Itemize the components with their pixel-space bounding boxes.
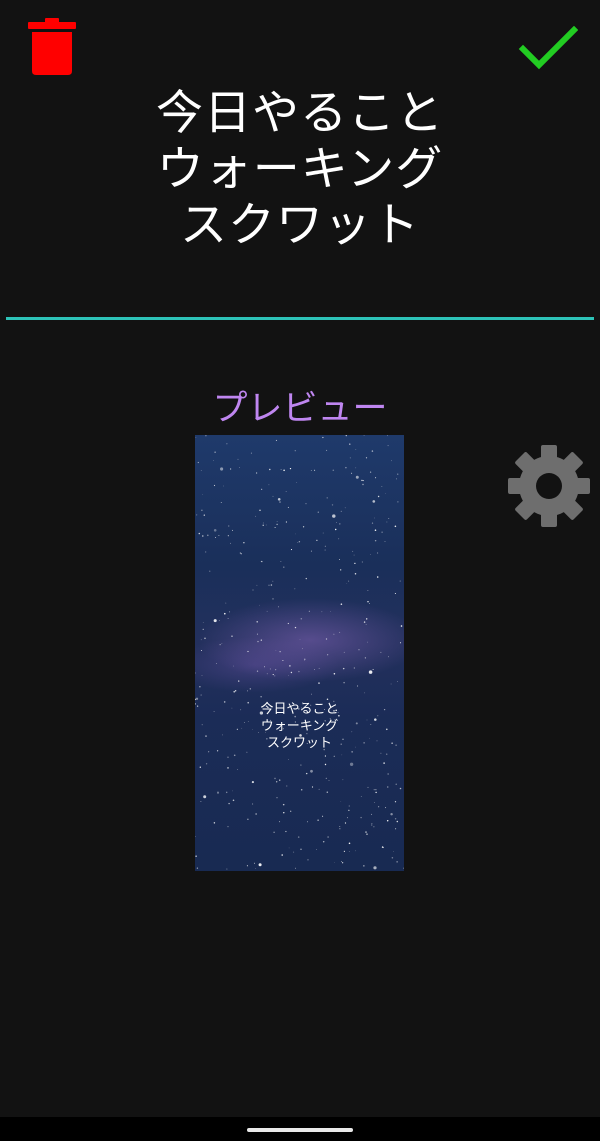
confirm-button[interactable] xyxy=(518,25,579,72)
preview-text: 今日やること ウォーキング スクワット xyxy=(195,701,404,752)
home-indicator[interactable] xyxy=(247,1128,353,1132)
settings-button[interactable] xyxy=(506,443,592,529)
preview-label: プレビュー xyxy=(212,389,388,429)
preview-line: ウォーキング xyxy=(260,719,339,734)
divider xyxy=(6,317,594,320)
wallpaper-preview[interactable]: 今日やること ウォーキング スクワット xyxy=(195,435,404,871)
preview-line: スクワット xyxy=(266,736,332,751)
starfield-image xyxy=(195,435,404,870)
title-line: スクワット xyxy=(180,198,420,253)
trash-icon xyxy=(28,18,76,75)
title-line: 今日やること xyxy=(156,86,444,141)
preview-line: 今日やること xyxy=(260,702,339,717)
gear-icon xyxy=(508,445,590,527)
delete-button[interactable] xyxy=(28,18,76,76)
title-line: ウォーキング xyxy=(156,142,444,197)
todo-title: 今日やること ウォーキング スクワット xyxy=(0,86,600,254)
checkmark-icon xyxy=(518,25,579,70)
